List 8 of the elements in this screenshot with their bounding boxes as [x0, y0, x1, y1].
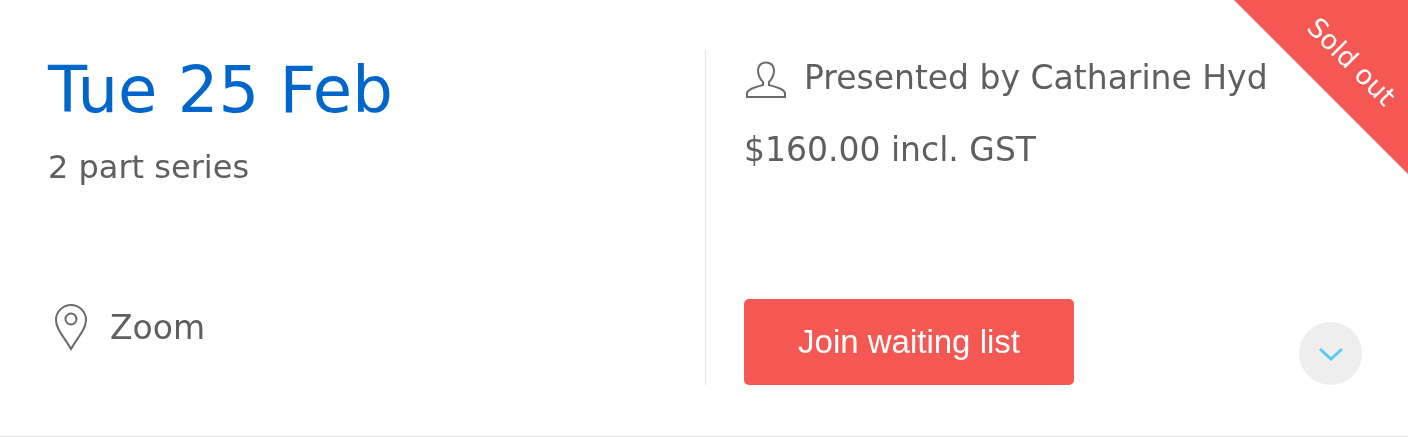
presenter-text: Presented by Catharine Hyd: [804, 57, 1268, 97]
price-text: $160.00 incl. GST: [744, 130, 1037, 169]
join-waiting-list-button[interactable]: Join waiting list: [744, 298, 1074, 385]
location-pin-icon: [54, 303, 88, 351]
location-text: Zoom: [110, 307, 206, 347]
series-label: 2 part series: [48, 148, 251, 186]
event-date: Tue 25 Feb: [48, 58, 394, 122]
chevron-icon: [1317, 346, 1344, 361]
